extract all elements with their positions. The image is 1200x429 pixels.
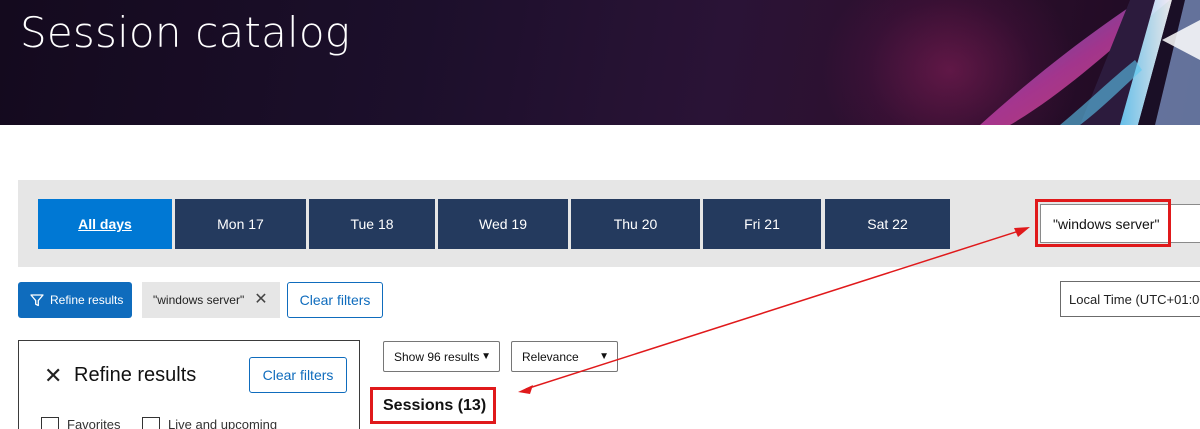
hero-decorative-art (980, 0, 1200, 125)
sort-select[interactable]: Relevance ▼ (511, 341, 618, 372)
page-size-select[interactable]: Show 96 results ▼ (383, 341, 500, 372)
favorites-checkbox-row[interactable]: Favorites (41, 417, 120, 429)
live-upcoming-checkbox-row[interactable]: Live and upcoming (142, 417, 277, 429)
timezone-select[interactable]: Local Time (UTC+01:00 (1060, 281, 1200, 317)
refine-panel-title: Refine results (74, 364, 197, 386)
tab-tue-18[interactable]: Tue 18 (309, 199, 435, 249)
close-icon[interactable]: ✕ (44, 365, 62, 387)
tab-sat-22[interactable]: Sat 22 (825, 199, 950, 249)
refine-results-label: Refine results (50, 293, 124, 307)
sessions-count-heading: Sessions (13) (383, 397, 487, 414)
tab-thu-20[interactable]: Thu 20 (571, 199, 700, 249)
tab-fri-21[interactable]: Fri 21 (703, 199, 821, 249)
hero-banner: Session catalog (0, 0, 1200, 125)
favorites-label: Favorites (67, 417, 121, 429)
chevron-down-icon: ▼ (599, 351, 609, 362)
favorites-checkbox[interactable] (41, 417, 59, 429)
panel-clear-filters-button[interactable]: Clear filters (249, 357, 347, 393)
tab-wed-19[interactable]: Wed 19 (438, 199, 568, 249)
chevron-down-icon: ▼ (481, 351, 491, 362)
live-upcoming-label: Live and upcoming (168, 417, 278, 429)
refine-results-button[interactable]: Refine results (18, 282, 132, 318)
sort-value: Relevance (522, 349, 579, 364)
chip-label: "windows server" (153, 293, 245, 307)
search-input[interactable]: "windows server" (1040, 204, 1200, 243)
clear-filters-button[interactable]: Clear filters (287, 282, 383, 318)
refine-panel: ✕ Refine results Clear filters Favorites… (18, 340, 360, 429)
active-filter-chip: "windows server" ✕ (142, 282, 280, 318)
filter-icon (30, 294, 44, 307)
remove-filter-icon[interactable]: ✕ (254, 292, 267, 308)
page-title: Session catalog (20, 8, 351, 57)
tab-all-days[interactable]: All days (38, 199, 172, 249)
live-upcoming-checkbox[interactable] (142, 417, 160, 429)
page-size-value: Show 96 results (394, 349, 480, 364)
tab-mon-17[interactable]: Mon 17 (175, 199, 306, 249)
